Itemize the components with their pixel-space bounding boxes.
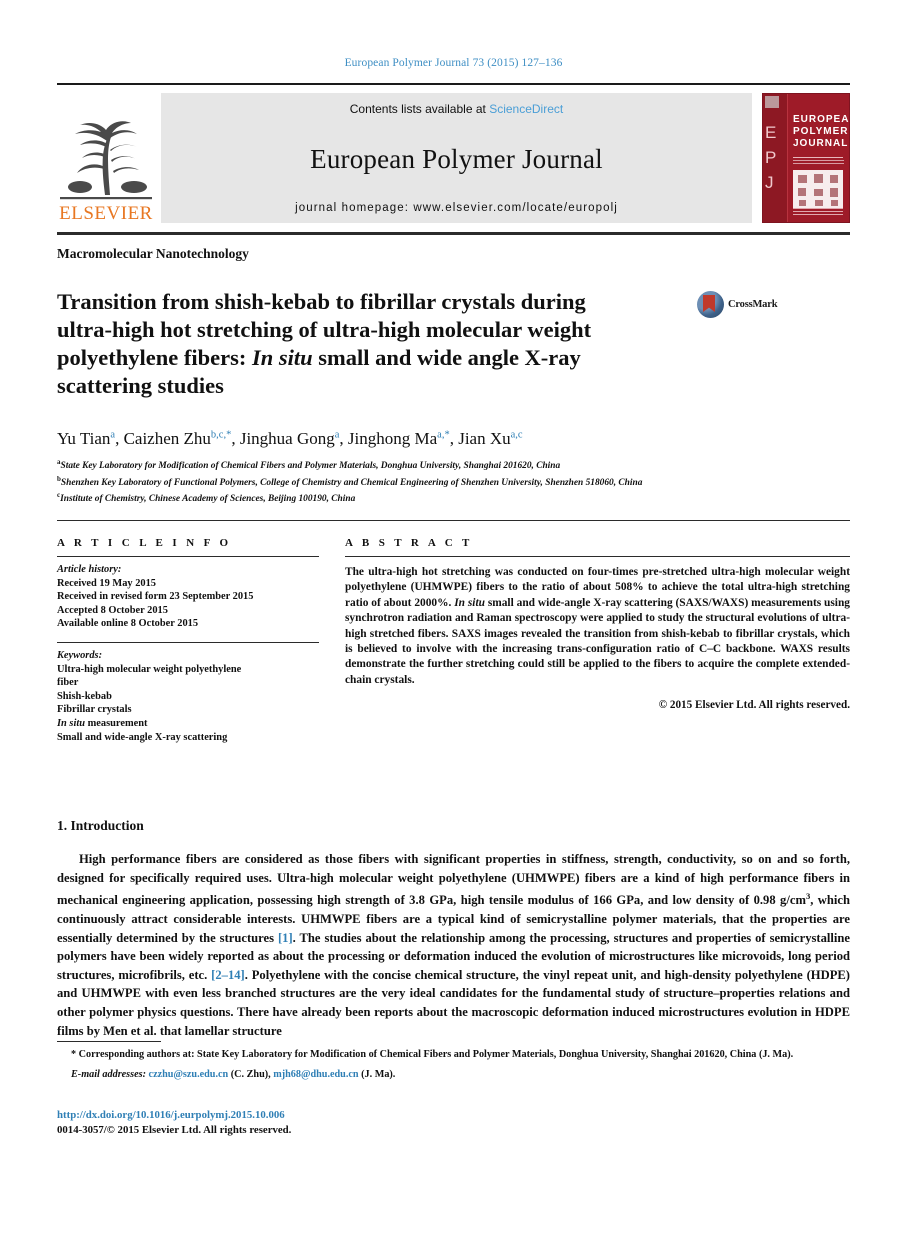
title-row: Transition from shish-kebab to fibrillar… [57,273,850,415]
affiliation-b: bShenzhen Key Laboratory of Functional P… [57,474,643,488]
article-info-rule [57,556,319,557]
author-4-marks: a,* [437,429,450,441]
email-owner-2: (J. Ma). [358,1069,396,1081]
affiliation-c: cInstitute of Chemistry, Chinese Academy… [57,491,356,505]
article-info-heading: A R T I C L E I N F O [57,537,232,549]
introduction-heading: 1. Introduction [57,818,144,834]
keyword-item: Small and wide-angle X-ray scattering [57,731,228,743]
history-online: Available online 8 October 2015 [57,618,199,630]
email-owner-1: (C. Zhu), [228,1069,274,1081]
crossmark-label: CrossMark [728,299,778,310]
cover-subtitle-lines [793,160,844,165]
history-revised: Received in revised form 23 September 20… [57,591,254,603]
article-history: Article history: Received 19 May 2015 Re… [57,563,319,631]
elsevier-logo: ELSEVIER [57,93,161,223]
author-2-marks: b,c,* [210,429,232,441]
journal-title: European Polymer Journal [310,143,603,174]
masthead-bottom-bar [57,232,850,235]
cover-footer-lines [793,208,843,216]
corresponding-author-note: * Corresponding authors at: State Key La… [71,1049,794,1060]
issn-copyright-line: 0014-3057/© 2015 Elsevier Ltd. All right… [57,1124,292,1136]
keyword-insitu: In situ [57,717,86,729]
author-4: Jinghong Maa,* [347,429,450,449]
elsevier-wordmark: ELSEVIER [59,203,153,224]
keywords-label: Keywords: [57,649,103,661]
title-line-2: ultra-high hot stretching of ultra-high … [57,317,592,343]
article-history-label: Article history: [57,564,122,575]
contents-available-line: Contents lists available at ScienceDirec… [350,102,563,116]
keyword-item: fiber [57,677,79,689]
info-abstract-row: A R T I C L E I N F O Article history: R… [57,537,850,744]
email-note: E-mail addresses: czzhu@szu.edu.cn (C. Z… [57,1068,850,1082]
email-label: E-mail addresses: [71,1069,146,1081]
title-line-4: scattering studies [57,373,224,399]
cover-title: EUROPEAN POLYMER JOURNAL [793,114,850,149]
keyword-item: Ultra-high molecular weight polyethylene [57,663,242,675]
footnote-divider [57,1041,161,1042]
abstract-part-2: small and wide-angle X-ray scattering (S… [345,596,850,686]
cover-corner-mark [765,96,779,108]
author-1: Yu Tiana [57,429,116,449]
affiliation-list: aState Key Laboratory for Modification o… [57,456,850,506]
author-list: Yu Tiana, Caizhen Zhub,c,*, Jinghua Gong… [57,429,523,449]
email-link-1[interactable]: czzhu@szu.edu.cn [149,1069,229,1080]
author-5: Jian Xua,c [458,429,523,449]
abstract-heading: A B S T R A C T [345,537,473,549]
abstract-column: A B S T R A C T The ultra-high hot stret… [345,537,850,744]
section-category-label: Macromolecular Nanotechnology [57,246,249,261]
citation-ref-1[interactable]: [1] [278,931,293,945]
abstract-text: The ultra-high hot stretching was conduc… [345,565,850,688]
running-head: European Polymer Journal 73 (2015) 127–1… [344,57,563,69]
cover-divider [793,157,843,158]
journal-homepage-link[interactable]: journal homepage: www.elsevier.com/locat… [295,202,618,214]
journal-masthead: ELSEVIER Contents lists available at Sci… [57,83,850,223]
history-accepted: Accepted 8 October 2015 [57,604,168,616]
crossmark-badge[interactable]: CrossMark [697,291,783,318]
journal-band: Contents lists available at ScienceDirec… [161,93,752,223]
cover-spine-letters: EPJ [765,123,777,192]
keywords-block: Keywords: Ultra-high molecular weight po… [57,649,319,744]
keywords-rule [57,641,319,643]
keyword-item: Fibrillar crystals [57,704,132,716]
doi-link[interactable]: http://dx.doi.org/10.1016/j.eurpolymj.20… [57,1108,291,1123]
email-link-2[interactable]: mjh68@dhu.edu.cn [273,1069,358,1080]
title-line-1: Transition from shish-kebab to fibrillar… [57,289,586,315]
abstract-insitu: In situ [454,596,485,609]
footnote-block: * Corresponding authors at: State Key La… [57,1048,850,1082]
author-3: Jinghua Gonga [239,429,340,449]
keyword-item: In situ measurement [57,717,148,729]
footer-block: http://dx.doi.org/10.1016/j.eurpolymj.20… [57,1108,291,1138]
citation-ref-2[interactable]: [2–14] [211,968,245,982]
abstract-copyright: © 2015 Elsevier Ltd. All rights reserved… [658,699,850,712]
keyword-item: Shish-kebab [57,690,112,702]
page-title: Transition from shish-kebab to fibrillar… [57,288,697,400]
title-line-3b: small and wide angle X-ray [312,345,581,371]
contents-prefix: Contents lists available at [349,102,486,116]
abstract-rule [345,556,850,557]
header-divider [57,520,850,521]
intro-text-a: High performance fibers are considered a… [57,852,850,908]
sciencedirect-link[interactable]: ScienceDirect [489,102,563,116]
author-2: Caizhen Zhub,c,* [123,429,232,449]
elsevier-tree-icon [60,121,152,200]
title-insitu: In situ [251,345,313,371]
journal-cover-thumbnail: EPJ EUROPEAN POLYMER JOURNAL [762,93,850,223]
introduction-paragraph-1: High performance fibers are considered a… [57,850,850,1040]
cover-chemical-structure-graphic [793,170,843,208]
affiliation-a: aState Key Laboratory for Modification o… [57,458,561,472]
crossmark-icon [697,291,724,318]
history-received: Received 19 May 2015 [57,577,156,589]
title-line-3a: polyethylene fibers: [57,345,252,371]
author-5-marks: a,c [510,429,523,441]
article-info-column: A R T I C L E I N F O Article history: R… [57,537,319,744]
article-page: European Polymer Journal 73 (2015) 127–1… [0,0,907,1238]
